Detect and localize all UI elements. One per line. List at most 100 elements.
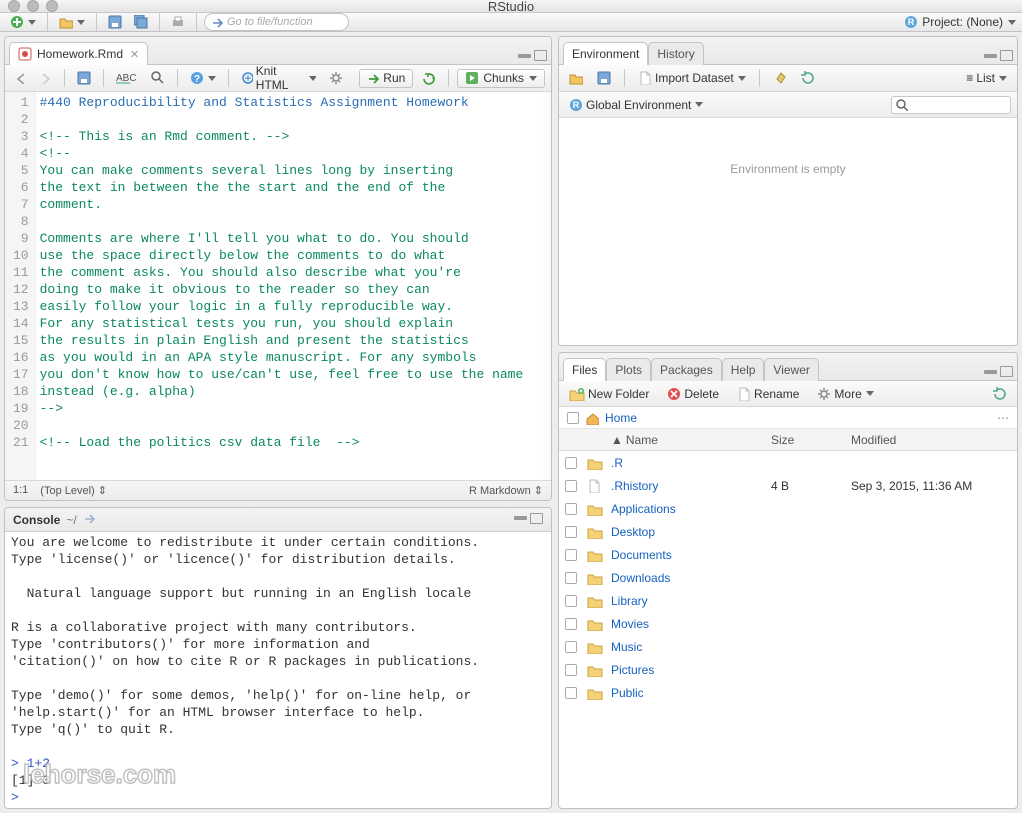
- file-row[interactable]: .Rhistory4 BSep 3, 2015, 11:36 AM: [559, 474, 1017, 497]
- file-name[interactable]: Applications: [611, 502, 771, 516]
- save-button[interactable]: [104, 13, 126, 31]
- console-maximize-icon[interactable]: [530, 513, 543, 524]
- folder-icon: [587, 594, 611, 608]
- env-maximize-icon[interactable]: [1000, 50, 1013, 61]
- open-file-button[interactable]: [55, 13, 89, 31]
- delete-button[interactable]: Delete: [663, 385, 723, 403]
- select-all-checkbox[interactable]: [567, 412, 579, 424]
- back-button[interactable]: [11, 70, 31, 86]
- goto-file-function-input[interactable]: Go to file/function: [204, 13, 349, 31]
- row-checkbox[interactable]: [565, 687, 577, 699]
- file-name[interactable]: Music: [611, 640, 771, 654]
- tab-history[interactable]: History: [648, 42, 703, 65]
- files-refresh-button[interactable]: [989, 385, 1011, 403]
- help-button[interactable]: [186, 69, 220, 87]
- file-name[interactable]: Pictures: [611, 663, 771, 677]
- file-name[interactable]: Desktop: [611, 525, 771, 539]
- clear-workspace-button[interactable]: [769, 69, 791, 87]
- console-popout-icon[interactable]: [83, 512, 95, 527]
- scope-selector[interactable]: (Top Level) ⇕: [40, 484, 107, 497]
- row-checkbox[interactable]: [565, 618, 577, 630]
- file-name[interactable]: Downloads: [611, 571, 771, 585]
- file-name[interactable]: Public: [611, 686, 771, 700]
- file-row[interactable]: Documents: [559, 543, 1017, 566]
- more-button[interactable]: More: [813, 385, 877, 403]
- new-file-button[interactable]: [6, 13, 40, 31]
- import-dataset-button[interactable]: Import Dataset: [634, 69, 750, 87]
- file-row[interactable]: Public: [559, 681, 1017, 704]
- list-view-button[interactable]: ≡ List: [962, 69, 1011, 87]
- chunks-button[interactable]: Chunks: [457, 69, 545, 88]
- files-minimize-icon[interactable]: [984, 370, 997, 374]
- source-tab-homework[interactable]: Homework.Rmd ✕: [9, 42, 148, 65]
- save-all-button[interactable]: [130, 13, 152, 31]
- rerun-button[interactable]: [418, 69, 440, 87]
- env-minimize-icon[interactable]: [984, 54, 997, 58]
- load-workspace-button[interactable]: [565, 69, 587, 87]
- new-folder-button[interactable]: New Folder: [565, 385, 653, 403]
- minimize-pane-icon[interactable]: [518, 54, 531, 58]
- file-name[interactable]: Movies: [611, 617, 771, 631]
- breadcrumb-home[interactable]: Home: [605, 411, 637, 425]
- find-button[interactable]: [147, 69, 169, 87]
- print-button[interactable]: [167, 13, 189, 31]
- col-modified[interactable]: Modified: [851, 433, 1011, 447]
- file-name[interactable]: .R: [611, 456, 771, 470]
- file-row[interactable]: Applications: [559, 497, 1017, 520]
- source-toolbar: Knit HTML Run Chunks: [5, 65, 551, 92]
- row-checkbox[interactable]: [565, 549, 577, 561]
- row-checkbox[interactable]: [565, 595, 577, 607]
- project-menu[interactable]: Project: (None): [904, 15, 1016, 29]
- run-button[interactable]: Run: [359, 69, 413, 88]
- row-checkbox[interactable]: [565, 480, 577, 492]
- env-scope-selector[interactable]: Global Environment: [565, 96, 707, 114]
- env-search-input[interactable]: [891, 96, 1011, 114]
- close-tab-icon[interactable]: ✕: [130, 48, 139, 61]
- row-checkbox[interactable]: [565, 503, 577, 515]
- tab-environment[interactable]: Environment: [563, 42, 648, 65]
- file-row[interactable]: Desktop: [559, 520, 1017, 543]
- tab-viewer[interactable]: Viewer: [764, 358, 818, 381]
- forward-button[interactable]: [36, 70, 56, 86]
- source-tabbar: Homework.Rmd ✕: [5, 37, 551, 65]
- folder-icon: [587, 663, 611, 677]
- row-checkbox[interactable]: [565, 664, 577, 676]
- col-size[interactable]: Size: [771, 433, 851, 447]
- file-row[interactable]: Library: [559, 589, 1017, 612]
- files-maximize-icon[interactable]: [1000, 366, 1013, 377]
- file-name[interactable]: .Rhistory: [611, 479, 771, 493]
- console-minimize-icon[interactable]: [514, 516, 527, 520]
- file-name[interactable]: Documents: [611, 548, 771, 562]
- files-tabbar: Files Plots Packages Help Viewer: [559, 353, 1017, 381]
- folder-icon: [587, 686, 611, 700]
- file-row[interactable]: .R: [559, 451, 1017, 474]
- file-row[interactable]: Downloads: [559, 566, 1017, 589]
- row-checkbox[interactable]: [565, 457, 577, 469]
- save-workspace-button[interactable]: [593, 69, 615, 87]
- spellcheck-button[interactable]: [112, 69, 142, 87]
- breadcrumb-more-icon[interactable]: ⋯: [997, 411, 1009, 425]
- code-content[interactable]: #440 Reproducibility and Statistics Assi…: [36, 92, 551, 480]
- row-checkbox[interactable]: [565, 641, 577, 653]
- console-body[interactable]: You are welcome to redistribute it under…: [5, 532, 551, 808]
- line-gutter: 1 2 3 4 5 6 7 8 9 10 11 12 13 14 15 16 1…: [5, 92, 36, 480]
- settings-button[interactable]: [325, 69, 347, 87]
- tab-plots[interactable]: Plots: [606, 358, 651, 381]
- rename-button[interactable]: Rename: [733, 385, 803, 403]
- row-checkbox[interactable]: [565, 526, 577, 538]
- code-editor[interactable]: 1 2 3 4 5 6 7 8 9 10 11 12 13 14 15 16 1…: [5, 92, 551, 480]
- row-checkbox[interactable]: [565, 572, 577, 584]
- file-row[interactable]: Movies: [559, 612, 1017, 635]
- file-row[interactable]: Music: [559, 635, 1017, 658]
- tab-help[interactable]: Help: [722, 358, 765, 381]
- col-name[interactable]: ▲ Name: [611, 433, 771, 447]
- tab-packages[interactable]: Packages: [651, 358, 722, 381]
- tab-files[interactable]: Files: [563, 358, 606, 381]
- language-selector[interactable]: R Markdown ⇕: [469, 484, 543, 497]
- knit-button[interactable]: Knit HTML: [237, 62, 321, 94]
- save-source-button[interactable]: [73, 69, 95, 87]
- maximize-pane-icon[interactable]: [534, 50, 547, 61]
- file-name[interactable]: Library: [611, 594, 771, 608]
- file-row[interactable]: Pictures: [559, 658, 1017, 681]
- refresh-env-button[interactable]: [797, 69, 819, 87]
